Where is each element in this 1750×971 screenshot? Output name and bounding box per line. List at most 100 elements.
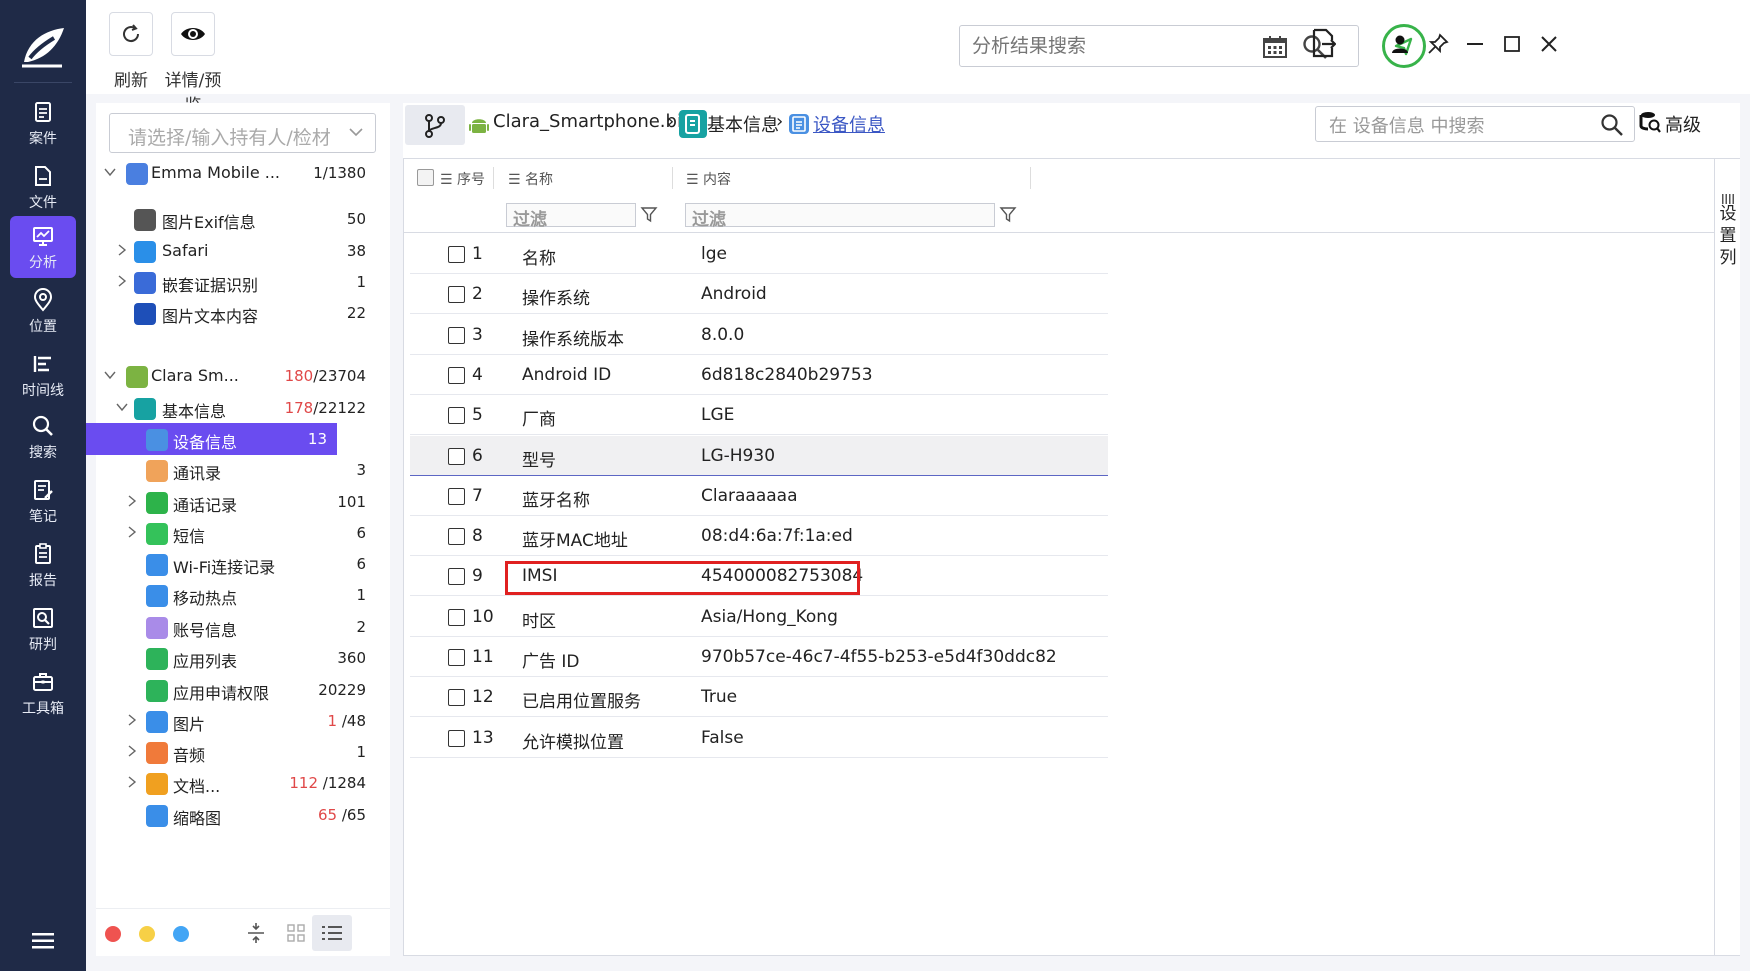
table-row[interactable]: 4 Android ID 6d818c2840b29753 — [410, 355, 1108, 395]
analysis-search-input[interactable] — [972, 32, 1272, 60]
table-row[interactable]: 12 已启用位置服务 True — [410, 677, 1108, 718]
row-checkbox[interactable] — [448, 649, 465, 666]
nav-item-location[interactable]: 位置 — [10, 280, 76, 342]
header-name[interactable]: ☰ 名称 — [508, 169, 553, 189]
table-row[interactable]: 11 广告 ID 970b57ce-46c7-4f55-b253-e5d4f30dd… — [410, 637, 1108, 677]
row-checkbox[interactable] — [448, 487, 465, 505]
row-checkbox[interactable] — [448, 729, 465, 747]
chevron-right-icon[interactable] — [116, 244, 128, 256]
search-icon[interactable] — [1600, 113, 1624, 137]
tree-item[interactable]: Clara Sm... 180/23704 — [96, 360, 376, 392]
row-checkbox[interactable] — [448, 326, 465, 344]
table-row[interactable]: 13 允许模拟位置 False — [410, 718, 1108, 758]
chevron-down-icon[interactable] — [104, 369, 116, 381]
table-row[interactable]: 2 操作系统 Android — [410, 274, 1108, 315]
column-divider[interactable] — [1030, 167, 1031, 189]
nav-item-note[interactable]: 笔记 — [10, 470, 76, 532]
table-row[interactable]: 9 IMSI 454000082753084 — [410, 556, 1108, 597]
row-checkbox[interactable] — [448, 407, 465, 425]
row-checkbox[interactable] — [448, 246, 465, 263]
chevron-down-icon[interactable] — [104, 166, 116, 178]
preview-button[interactable]: 详情/预览 — [158, 12, 228, 116]
tree-item[interactable]: 设备信息 13 — [86, 423, 337, 455]
main-menu-icon[interactable] — [32, 932, 54, 950]
chevron-right-icon[interactable] — [126, 714, 138, 726]
table-row[interactable]: 1 名称 lge — [410, 234, 1108, 274]
table-row[interactable]: 5 厂商 LGE — [410, 395, 1108, 436]
tree-item[interactable]: 基本信息 178/22122 — [96, 392, 376, 424]
nav-item-report[interactable]: 报告 — [10, 534, 76, 596]
chevron-right-icon[interactable] — [126, 745, 138, 757]
breadcrumb-current[interactable]: 设备信息 — [813, 111, 885, 137]
tree-item[interactable]: 文档... 112 /1284 — [96, 767, 376, 799]
pin-icon[interactable] — [1426, 32, 1450, 56]
branch-button[interactable] — [405, 105, 465, 145]
row-checkbox[interactable] — [448, 608, 465, 626]
select-all-checkbox[interactable] — [417, 169, 434, 186]
tree-item[interactable]: 通话记录 101 — [96, 486, 376, 518]
tree-item[interactable]: 短信 6 — [96, 517, 376, 549]
close-icon[interactable] — [1537, 32, 1561, 56]
red-tag-icon[interactable] — [105, 926, 121, 942]
nav-item-file[interactable]: 文件 — [10, 156, 76, 218]
list-view-button[interactable] — [312, 915, 352, 951]
table-row[interactable]: 10 时区 Asia/Hong_Kong — [410, 597, 1108, 637]
nav-item-analysis[interactable]: 分析 — [10, 216, 76, 278]
tree-item[interactable]: 应用申请权限 20229 — [96, 674, 376, 706]
table-row[interactable]: 3 操作系统版本 8.0.0 — [410, 315, 1108, 355]
name-filter-input[interactable]: 过滤 — [506, 203, 636, 230]
tree-item[interactable]: Emma Mobile ... 1/1380 — [96, 157, 376, 189]
row-checkbox[interactable] — [448, 528, 465, 546]
tree-item[interactable]: Wi-Fi连接记录 6 — [96, 548, 376, 580]
chevron-right-icon[interactable] — [126, 526, 138, 538]
tree-item[interactable]: 账号信息 2 — [96, 611, 376, 643]
chevron-right-icon[interactable] — [126, 776, 138, 788]
tree-item[interactable]: Safari 38 — [96, 235, 376, 267]
minimize-icon[interactable] — [1463, 32, 1487, 56]
nav-item-judge[interactable]: 研判 — [10, 598, 76, 660]
name-filter-icon[interactable] — [640, 205, 658, 223]
nav-item-toolbox[interactable]: 工具箱 — [10, 662, 76, 724]
nav-item-case[interactable]: 案件 — [10, 92, 76, 154]
tree-item[interactable]: 应用列表 360 — [96, 642, 376, 674]
table-row[interactable]: 7 蓝牙名称 Claraaaaaa — [410, 476, 1108, 516]
content-filter-input[interactable]: 过滤 — [685, 203, 995, 230]
refresh-button[interactable]: 刷新 — [106, 12, 156, 91]
tree-item[interactable]: 图片 1 /48 — [96, 705, 376, 737]
advanced-search-button[interactable]: 高级 — [1639, 111, 1701, 137]
maximize-icon[interactable] — [1500, 32, 1524, 56]
export-icon[interactable] — [1310, 28, 1336, 58]
row-checkbox[interactable] — [448, 447, 465, 465]
nav-item-search[interactable]: 搜索 — [10, 406, 76, 468]
chevron-right-icon[interactable] — [116, 275, 128, 287]
chevron-right-icon[interactable] — [126, 495, 138, 507]
grid-view-icon[interactable] — [286, 923, 306, 943]
tree-item[interactable]: 嵌套证据识别 1 — [96, 266, 376, 298]
tree-item[interactable]: 缩略图 65 /65 — [96, 799, 376, 831]
tree-item[interactable]: 图片Exif信息 50 — [96, 203, 376, 235]
tree-item[interactable]: 移动热点 1 — [96, 579, 376, 611]
column-divider[interactable] — [672, 167, 673, 189]
breadcrumb-section[interactable]: 基本信息 — [707, 111, 779, 137]
user-icon[interactable] — [1388, 32, 1412, 56]
table-row[interactable]: 6 型号 LG-H930 — [410, 435, 1108, 476]
yellow-tag-icon[interactable] — [139, 926, 155, 942]
nav-item-timeline[interactable]: 时间线 — [10, 344, 76, 406]
owner-select[interactable]: 请选择/输入持有人/检材 — [109, 113, 376, 153]
row-checkbox[interactable] — [448, 366, 465, 384]
device-info-search-box[interactable]: 在 设备信息 中搜索 — [1315, 106, 1635, 142]
collapse-all-icon[interactable] — [246, 921, 266, 945]
tree-item[interactable]: 通讯录 3 — [96, 454, 376, 486]
tree-item[interactable]: 音频 1 — [96, 736, 376, 768]
chevron-down-icon[interactable] — [116, 401, 128, 413]
column-settings-button[interactable]: 设置列 — [1714, 159, 1740, 955]
row-checkbox[interactable] — [448, 689, 465, 707]
blue-tag-icon[interactable] — [173, 926, 189, 942]
header-index[interactable]: ☰ 序号 — [440, 169, 485, 189]
tree-item[interactable]: 图片文本内容 22 — [96, 297, 376, 329]
header-content[interactable]: ☰ 内容 — [686, 169, 731, 189]
table-row[interactable]: 8 蓝牙MAC地址 08:d4:6a:7f:1a:ed — [410, 516, 1108, 557]
calendar-icon[interactable] — [1262, 35, 1288, 59]
row-checkbox[interactable] — [448, 568, 465, 586]
column-divider[interactable] — [493, 167, 494, 189]
